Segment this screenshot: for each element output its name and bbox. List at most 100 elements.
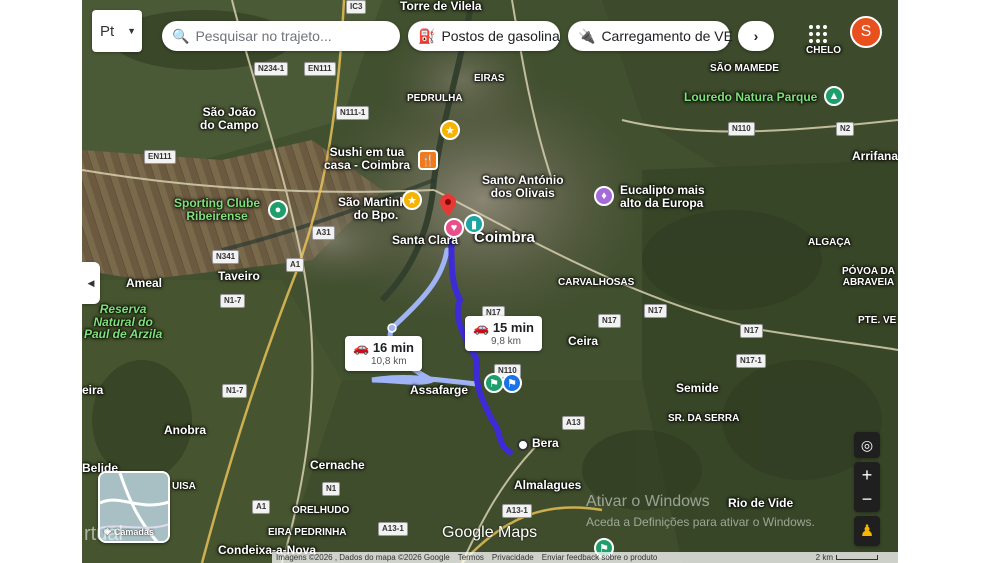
road-shield: N234-1 [254,62,289,76]
flag-pin-icon[interactable]: ⚑ [502,373,522,393]
label-eira: eira [82,383,104,397]
road-shield: A13-1 [378,522,408,536]
search-input[interactable]: Pesquisar no trajeto... [195,28,331,44]
language-button[interactable]: Pt ▼ [92,10,142,52]
label-ceira: Ceira [568,334,599,348]
scale-bar[interactable]: 2 km [816,553,898,562]
road-shield: N1 [322,482,341,496]
label-cernache: Cernache [310,458,365,472]
search-bar[interactable]: 🔍 Pesquisar no trajeto... [162,21,400,51]
road-shield: N17 [644,304,667,318]
avatar-letter: S [860,23,872,40]
road-shield: A13-1 [502,504,532,518]
footer-privacy[interactable]: Privacidade [492,553,534,562]
label-povoa: PÓVOA DA ABRAVEIA [842,266,895,288]
language-label: Pt [100,22,115,40]
star-pin-icon[interactable]: ★ [440,120,460,140]
label-ameal: Ameal [126,276,163,290]
chips-next-button[interactable]: › [738,21,774,51]
label-semide: Semide [676,381,719,395]
route-time: 16 min [372,340,414,355]
road-shield: A31 [312,226,335,240]
road-shield: N110 [728,122,755,136]
bookmark-pin-icon[interactable]: ▮ [464,214,484,234]
obscured-text: rtual [84,523,123,545]
label-eucalipto: Eucalipto mais alto da Europa [620,183,705,210]
road-shield: N1-7 [220,294,246,308]
map-canvas[interactable]: Torre de Vilela PEDRULHA EIRAS São João … [82,0,898,563]
label-chelo: CHELO [806,45,841,56]
origin-dot-icon [517,439,529,451]
label-pte-ve: PTE. VE [858,315,897,326]
label-orelhudo: ORELHUDO [292,505,350,516]
footer-imagery: Imagens ©2026 , Dados do mapa ©2026 Goog… [276,553,450,562]
windows-watermark-subtitle: Aceda a Definições para ativar o Windows… [586,515,815,529]
chevron-left-icon: ◀ [87,277,95,288]
zoom-in-icon[interactable]: + [862,463,873,487]
footer-feedback[interactable]: Enviar feedback sobre o produto [542,553,658,562]
road-shield: N17 [598,314,621,328]
car-icon: 🚗 [473,320,490,335]
label-pedrulha: PEDRULHA [407,93,463,104]
label-santo-antonio: Santo António dos Olivais [482,173,564,200]
windows-watermark-title: Ativar o Windows [586,493,710,510]
label-uisa: UISA [172,481,196,492]
route-distance: 10,8 km [371,356,407,367]
destination-pin-icon[interactable] [440,194,456,216]
chip-label: Carregamento de VE [601,28,733,44]
label-sushi: Sushi em tua casa - Coimbra [324,145,411,172]
label-anobra: Anobra [164,423,206,437]
apps-grid-icon[interactable] [808,24,828,44]
park-pin-icon[interactable]: ▲ [824,86,844,106]
road-shield: N17-1 [736,354,766,368]
avatar[interactable]: S [850,16,882,48]
google-maps-logo: Google Maps [442,524,538,541]
landmark-pin-icon[interactable]: ♦ [594,186,614,206]
my-location-icon: ◎ [860,436,874,453]
label-eiras: EIRAS [474,73,505,84]
road-shield: A13 [562,416,585,430]
label-almalagues: Almalagues [514,478,582,492]
collapse-panel-button[interactable]: ◀ [82,262,100,304]
label-sao-mamede: SÃO MAMEDE [710,63,779,74]
gas-station-icon: ⛽ [418,27,436,44]
label-coimbra: Coimbra [474,229,535,246]
road-shield: N2 [836,122,855,136]
zoom-out-icon[interactable]: − [862,487,873,511]
label-sporting: Sporting Clube Ribeirense [174,196,260,223]
chip-ev-charging[interactable]: 🔌 Carregamento de VE [568,21,733,51]
scale-line [836,555,878,560]
road-shield: EN111 [144,150,176,164]
road-shield: N17 [740,324,763,338]
pegman-button[interactable]: ♟ [854,516,880,546]
heart-pin-icon[interactable]: ♥ [444,218,464,238]
footer-terms[interactable]: Termos [458,553,484,562]
star-pin-icon[interactable]: ★ [402,190,422,210]
chip-label: Postos de gasolina [441,28,560,44]
ev-charging-icon: 🔌 [578,27,596,44]
road-shield: N341 [212,250,240,264]
chevron-right-icon: › [753,28,759,44]
label-sr-da-serra: SR. DA SERRA [668,413,740,424]
flag-pin-icon[interactable]: ⚑ [484,373,504,393]
route-option-1[interactable]: 🚗 15 min 9,8 km [465,316,542,351]
road-shield: A1 [252,500,271,514]
car-icon: 🚗 [353,340,370,355]
label-carvalhosas: CARVALHOSAS [558,277,635,288]
route-option-2[interactable]: 🚗 16 min 10,8 km [345,336,422,371]
label-bera: Bera [532,436,559,450]
label-taveiro: Taveiro [218,269,260,283]
label-reserva: Reserva Natural do Paul de Arzila [84,302,163,342]
restaurant-pin-icon[interactable]: 🍴 [418,150,438,170]
pegman-icon: ♟ [859,523,875,540]
my-location-button[interactable]: ◎ [854,432,880,458]
scale-label: 2 km [815,553,833,562]
label-torre-de-vilela: Torre de Vilela [400,0,482,13]
road-shield: IC3 [346,0,367,14]
label-rio-de-vide: Rio de Vide [728,496,794,510]
chip-gas-stations[interactable]: ⛽ Postos de gasolina [408,21,560,51]
search-icon: 🔍 [172,27,190,44]
road-shield: N111-1 [336,106,370,120]
sports-pin-icon[interactable]: ● [268,200,288,220]
map-footer: Imagens ©2026 , Dados do mapa ©2026 Goog… [272,552,898,563]
